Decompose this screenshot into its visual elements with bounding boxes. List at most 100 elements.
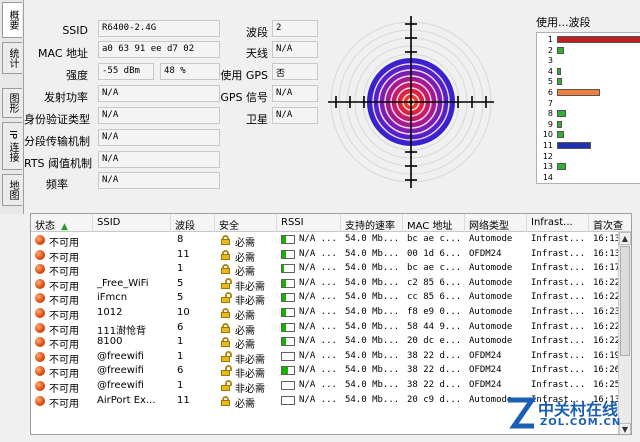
row-rate: 54.0 Mb... [345,365,400,376]
row-network-type: OFDM24 [469,365,502,376]
channel-value: 2 [272,20,318,37]
table-row[interactable]: 不可用 8100 1 必需 N/A ... 54.0 Mb... 20 dc e... Aut… [31,335,619,351]
col-network-type[interactable]: 网络类型 [465,214,527,232]
col-rssi[interactable]: RSSI [277,214,341,232]
fragmentation-label: 分段传输机制 [24,135,90,148]
rssi-bar [281,366,295,376]
table-row[interactable]: 不可用 iFmcn 5 非必需 N/A ... 54.0 Mb... cc 85 6... A… [31,291,619,307]
table-row[interactable]: 不可用 8 必需 N/A ... 54.0 Mb... bc ae c... Automod… [31,233,619,249]
row-rssi: N/A ... [299,234,337,244]
row-channel: 11 [177,394,190,406]
row-rate: 54.0 Mb... [345,248,400,259]
table-row[interactable]: 不可用 1012 10 必需 N/A ... 54.0 Mb... f8 e9 0... Au… [31,306,619,322]
row-rssi: N/A ... [299,263,337,274]
channel-tick-label: 2 [547,45,553,55]
row-ssid: @freewifi [97,380,144,391]
lock-icon [221,249,230,260]
scroll-up-icon[interactable]: ▲ [619,232,631,245]
row-rate: 54.0 Mb... [345,394,400,405]
row-channel: 5 [177,277,184,289]
row-network-type: Automode [469,307,513,317]
fragmentation-value: N/A [98,129,220,146]
rssi-bar [281,381,295,390]
use-gps-label: 使用 GPS [220,69,268,82]
antenna-value: N/A [272,41,318,58]
table-row[interactable]: 不可用 111澍怆背 6 必需 N/A ... 54.0 Mb... 58 44 9... A… [31,321,619,337]
row-rate: 54.0 Mb... [345,234,400,244]
row-mac: bc ae c... [407,263,462,274]
row-mac: 38 22 d... [407,365,462,376]
lock-icon [221,322,230,333]
row-infrastructure: Infrast... [531,365,586,376]
channel-usage-bar [557,110,566,118]
row-first-seen: 16:22 [593,321,619,332]
row-network-type: OFDM24 [469,350,502,361]
tab-statistics-label: 统计 [7,48,18,68]
col-infrastructure[interactable]: Infrast... [527,214,589,232]
channel-tick-label: 5 [547,77,553,87]
unlock-icon [221,380,232,391]
tab-summary-label: 概要 [7,10,18,30]
col-security[interactable]: 安全 [215,214,277,232]
row-channel: 10 [177,307,190,318]
row-mac: c2 85 6... [407,277,462,288]
tab-statistics[interactable]: 统计 [2,42,22,74]
channel-usage-bar [557,163,566,171]
col-channel[interactable]: 波段 [171,214,215,232]
auth-type-label: 身份验证类型 [24,113,90,126]
auth-type-value: N/A [98,107,220,124]
tab-map[interactable]: 地图 [2,174,22,206]
row-rssi: N/A ... [299,380,337,390]
row-infrastructure: Infrast... [531,292,586,303]
scroll-thumb[interactable] [620,246,630,356]
col-status[interactable]: 状态 ▲ [31,214,93,232]
row-first-seen: 16:22 [593,292,619,303]
frequency-value: N/A [98,172,220,189]
tab-graphs[interactable]: 图形 [2,88,22,118]
status-dot-icon [35,366,45,377]
channel-usage-bar [557,46,564,54]
row-channel: 8 [177,234,184,245]
row-network-type: OFDM24 [469,248,502,259]
watermark-logo: 中关村在线 ZOL.COM.CN [506,392,636,436]
row-first-seen: 16:26 [593,365,619,376]
row-ssid: 1012 [97,307,123,318]
row-mac: 00 1d 6... [407,248,462,259]
channel-tick-label: 1 [547,35,553,44]
tab-summary[interactable]: 概要 [2,2,22,38]
table-row[interactable]: 不可用 11 必需 N/A ... 54.0 Mb... 00 1d 6... OFDM24… [31,248,619,264]
row-infrastructure: Infrast... [531,277,586,288]
rssi-bar [281,322,295,332]
unlock-icon [221,350,232,362]
rssi-bar [281,395,295,405]
status-dot-icon [35,322,45,333]
row-channel: 11 [177,248,190,260]
antenna-label: 天线 [246,47,268,60]
table-row[interactable]: 不可用 _Free_WiFi 5 非必需 N/A ... 54.0 Mb... c2 85 … [31,277,619,293]
col-rates[interactable]: 支持的速率 [341,214,403,232]
col-first-seen[interactable]: 首次查 [589,214,631,232]
row-infrastructure: Infrast... [531,248,586,259]
row-channel: 1 [177,263,184,275]
row-infrastructure: Infrast... [531,350,586,361]
rssi-bar [281,293,295,303]
table-row[interactable]: 不可用 1 必需 N/A ... 54.0 Mb... bc ae c... Automod… [31,262,619,278]
status-dot-icon [35,351,45,362]
table-row[interactable]: 不可用 @freewifi 1 非必需 N/A ... 54.0 Mb... 38 22 d… [31,350,619,366]
status-dot-icon [35,381,45,391]
tab-ip-connections[interactable]: IP 连接 [2,122,22,170]
frequency-label: 频率 [46,178,68,191]
row-network-type: Automode [469,234,513,244]
row-infrastructure: Infrast... [531,234,586,244]
table-row[interactable]: 不可用 @freewifi 6 非必需 N/A ... 54.0 Mb... 38 22 d… [31,364,619,380]
row-first-seen: 16:19 [593,350,619,361]
col-ssid[interactable]: SSID [93,214,171,232]
tab-ip-connections-label: IP 连接 [7,129,18,163]
row-rate: 54.0 Mb... [345,350,400,361]
lock-icon [221,235,230,245]
row-mac: 58 44 9... [407,321,462,332]
col-mac[interactable]: MAC 地址 [403,214,465,232]
tab-graphs-label: 图形 [7,93,18,113]
row-rate: 54.0 Mb... [345,263,400,274]
row-rssi: N/A ... [299,365,337,376]
